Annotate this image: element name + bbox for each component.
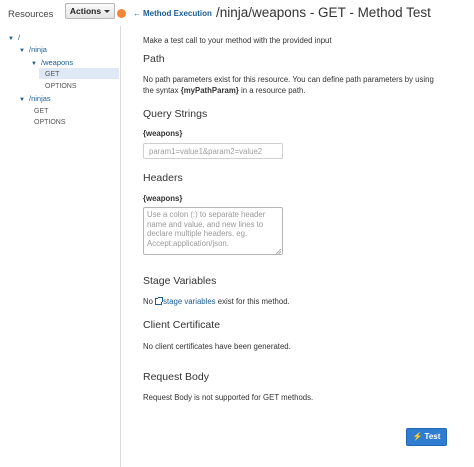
lightning-bolt-icon: ⚡ <box>412 432 423 441</box>
external-link-icon <box>155 297 164 305</box>
headers-title: Headers <box>143 172 183 184</box>
page-title: /ninja/weapons - GET - Method Test <box>216 5 431 20</box>
tree-item-label: /ninjas <box>29 94 51 103</box>
resources-title: Resources <box>8 9 54 20</box>
headers-label: {weapons} <box>143 194 183 203</box>
tree-item-weapons[interactable]: ▼/weapons <box>31 57 73 68</box>
test-button-label: Test <box>424 432 441 441</box>
tree-item-label: OPTIONS <box>34 119 66 126</box>
arrow-left-icon: ← <box>133 9 141 18</box>
expand-triangle-icon[interactable]: ▼ <box>19 46 29 57</box>
request-body-text: Request Body is not supported for GET me… <box>143 393 314 402</box>
request-body-title: Request Body <box>143 371 209 383</box>
tree-item-label: /ninja <box>29 45 47 54</box>
tree-item-root[interactable]: ▼ / <box>8 32 20 43</box>
chevron-down-icon <box>104 10 111 13</box>
tree-item-ninjas-get[interactable]: GET <box>34 105 48 116</box>
path-syntax-line: the syntax {myPathParam} in a resource p… <box>143 86 306 95</box>
query-strings-label: {weapons} <box>143 129 183 138</box>
path-description: No path parameters exist for this resour… <box>143 75 434 84</box>
panel-divider[interactable] <box>120 26 121 467</box>
path-syntax-example: {myPathParam} <box>180 86 239 95</box>
stage-text-pre: No <box>143 297 156 306</box>
tree-item-ninja[interactable]: ▼/ninja <box>19 44 47 55</box>
back-link-label: Method Execution <box>143 9 212 18</box>
client-certificate-text: No client certificates have been generat… <box>143 342 291 351</box>
expand-triangle-icon[interactable]: ▼ <box>8 34 18 45</box>
query-strings-title: Query Strings <box>143 108 208 120</box>
status-dot-icon <box>117 9 126 18</box>
tree-item-label: GET <box>45 71 60 78</box>
test-button[interactable]: ⚡ Test <box>406 428 447 446</box>
tree-item-label: /weapons <box>41 58 74 67</box>
stage-link-label: stage variables <box>163 297 216 306</box>
tree-item-label: / <box>18 33 21 42</box>
client-certificate-title: Client Certificate <box>143 319 221 331</box>
tree-item-ninjas[interactable]: ▼/ninjas <box>19 93 51 104</box>
intro-text: Make a test call to your method with the… <box>143 36 332 45</box>
stage-variables-title: Stage Variables <box>143 275 217 287</box>
path-syntax-pre: the syntax <box>143 86 181 95</box>
actions-button[interactable]: Actions <box>65 3 115 19</box>
headers-textarea[interactable] <box>143 207 283 255</box>
path-syntax-post: in a resource path. <box>238 86 306 95</box>
expand-triangle-icon[interactable]: ▼ <box>19 95 29 106</box>
tree-item-ninjas-options[interactable]: OPTIONS <box>34 116 66 127</box>
tree-item-weapons-get[interactable]: GET <box>45 68 59 79</box>
stage-text-post: exist for this method. <box>215 297 290 306</box>
tree-item-label: GET <box>34 108 49 115</box>
stage-variables-link[interactable]: stage variables <box>155 297 216 306</box>
resize-grip-icon[interactable] <box>275 248 281 254</box>
top-bar: Resources Actions ← Method Execution /nin… <box>0 0 474 26</box>
stage-variables-text: No stage variables exist for this method… <box>143 297 290 306</box>
tree-item-label: OPTIONS <box>45 83 77 90</box>
tree-item-weapons-options[interactable]: OPTIONS <box>45 80 77 91</box>
query-strings-input[interactable] <box>143 143 283 159</box>
path-section-title: Path <box>143 53 165 65</box>
expand-triangle-icon[interactable]: ▼ <box>31 59 41 70</box>
actions-label: Actions <box>69 6 102 16</box>
method-execution-link[interactable]: ← Method Execution <box>133 9 212 18</box>
